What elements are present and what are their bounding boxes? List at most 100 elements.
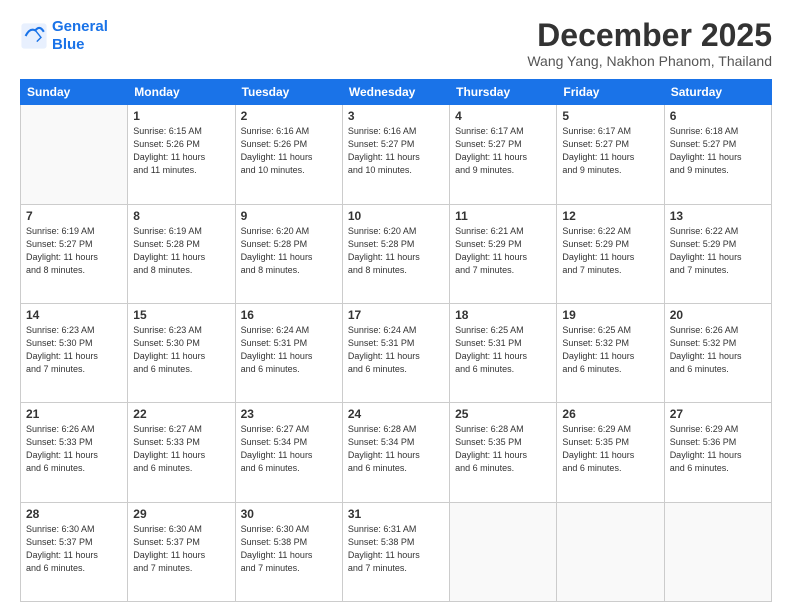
day-number: 19 [562, 308, 658, 322]
subtitle: Wang Yang, Nakhon Phanom, Thailand [527, 53, 772, 69]
week-row-4: 28Sunrise: 6:30 AMSunset: 5:37 PMDayligh… [21, 502, 772, 601]
day-number: 15 [133, 308, 229, 322]
header: General Blue December 2025 Wang Yang, Na… [20, 18, 772, 69]
day-info: Sunrise: 6:26 AMSunset: 5:33 PMDaylight:… [26, 423, 122, 475]
day-number: 11 [455, 209, 551, 223]
day-number: 23 [241, 407, 337, 421]
day-number: 25 [455, 407, 551, 421]
day-info: Sunrise: 6:26 AMSunset: 5:32 PMDaylight:… [670, 324, 766, 376]
col-header-monday: Monday [128, 80, 235, 105]
day-info: Sunrise: 6:17 AMSunset: 5:27 PMDaylight:… [562, 125, 658, 177]
day-cell: 27 Sunrise: 6:29 AMSunset: 5:36 PMDayligh… [664, 403, 771, 502]
day-cell: 14Sunrise: 6:23 AMSunset: 5:30 PMDayligh… [21, 303, 128, 402]
logo-text: General Blue [52, 18, 108, 54]
day-cell: 4 Sunrise: 6:17 AMSunset: 5:27 PMDaylight… [450, 105, 557, 204]
logo-line2: Blue [52, 36, 85, 53]
day-number: 2 [241, 109, 337, 123]
day-cell: 23 Sunrise: 6:27 AMSunset: 5:34 PMDayligh… [235, 403, 342, 502]
day-number: 22 [133, 407, 229, 421]
day-cell: 3 Sunrise: 6:16 AMSunset: 5:27 PMDaylight… [342, 105, 449, 204]
day-cell: 24 Sunrise: 6:28 AMSunset: 5:34 PMDayligh… [342, 403, 449, 502]
day-info: Sunrise: 6:30 AMSunset: 5:38 PMDaylight:… [241, 523, 337, 575]
day-info: Sunrise: 6:24 AMSunset: 5:31 PMDaylight:… [241, 324, 337, 376]
day-info: Sunrise: 6:31 AMSunset: 5:38 PMDaylight:… [348, 523, 444, 575]
day-cell [557, 502, 664, 601]
day-cell: 18 Sunrise: 6:25 AMSunset: 5:31 PMDayligh… [450, 303, 557, 402]
day-number: 9 [241, 209, 337, 223]
day-cell: 2 Sunrise: 6:16 AMSunset: 5:26 PMDaylight… [235, 105, 342, 204]
month-title: December 2025 [527, 18, 772, 53]
col-header-sunday: Sunday [21, 80, 128, 105]
day-info: Sunrise: 6:25 AMSunset: 5:31 PMDaylight:… [455, 324, 551, 376]
col-header-friday: Friday [557, 80, 664, 105]
day-number: 3 [348, 109, 444, 123]
day-cell [664, 502, 771, 601]
day-cell: 1 Sunrise: 6:15 AMSunset: 5:26 PMDaylight… [128, 105, 235, 204]
day-cell [450, 502, 557, 601]
week-row-3: 21 Sunrise: 6:26 AMSunset: 5:33 PMDayligh… [21, 403, 772, 502]
day-number: 20 [670, 308, 766, 322]
logo-line1: General [52, 18, 108, 35]
day-number: 21 [26, 407, 122, 421]
week-row-0: 1 Sunrise: 6:15 AMSunset: 5:26 PMDaylight… [21, 105, 772, 204]
logo-icon [20, 22, 48, 50]
day-info: Sunrise: 6:23 AMSunset: 5:30 PMDaylight:… [133, 324, 229, 376]
day-cell: 7Sunrise: 6:19 AMSunset: 5:27 PMDaylight… [21, 204, 128, 303]
day-info: Sunrise: 6:24 AMSunset: 5:31 PMDaylight:… [348, 324, 444, 376]
day-number: 10 [348, 209, 444, 223]
day-cell: 13 Sunrise: 6:22 AMSunset: 5:29 PMDayligh… [664, 204, 771, 303]
day-info: Sunrise: 6:30 AMSunset: 5:37 PMDaylight:… [26, 523, 122, 575]
day-cell: 12Sunrise: 6:22 AMSunset: 5:29 PMDayligh… [557, 204, 664, 303]
day-number: 8 [133, 209, 229, 223]
day-cell: 29 Sunrise: 6:30 AMSunset: 5:37 PMDayligh… [128, 502, 235, 601]
day-info: Sunrise: 6:21 AMSunset: 5:29 PMDaylight:… [455, 225, 551, 277]
day-info: Sunrise: 6:30 AMSunset: 5:37 PMDaylight:… [133, 523, 229, 575]
day-info: Sunrise: 6:19 AMSunset: 5:28 PMDaylight:… [133, 225, 229, 277]
col-header-saturday: Saturday [664, 80, 771, 105]
day-cell: 31 Sunrise: 6:31 AMSunset: 5:38 PMDayligh… [342, 502, 449, 601]
col-header-thursday: Thursday [450, 80, 557, 105]
week-row-2: 14Sunrise: 6:23 AMSunset: 5:30 PMDayligh… [21, 303, 772, 402]
day-number: 16 [241, 308, 337, 322]
logo: General Blue [20, 18, 108, 54]
day-info: Sunrise: 6:15 AMSunset: 5:26 PMDaylight:… [133, 125, 229, 177]
day-cell: 5Sunrise: 6:17 AMSunset: 5:27 PMDaylight… [557, 105, 664, 204]
day-cell: 20 Sunrise: 6:26 AMSunset: 5:32 PMDayligh… [664, 303, 771, 402]
day-cell: 9 Sunrise: 6:20 AMSunset: 5:28 PMDaylight… [235, 204, 342, 303]
day-info: Sunrise: 6:20 AMSunset: 5:28 PMDaylight:… [241, 225, 337, 277]
day-number: 18 [455, 308, 551, 322]
day-info: Sunrise: 6:16 AMSunset: 5:26 PMDaylight:… [241, 125, 337, 177]
day-info: Sunrise: 6:16 AMSunset: 5:27 PMDaylight:… [348, 125, 444, 177]
week-row-1: 7Sunrise: 6:19 AMSunset: 5:27 PMDaylight… [21, 204, 772, 303]
day-info: Sunrise: 6:28 AMSunset: 5:35 PMDaylight:… [455, 423, 551, 475]
day-number: 31 [348, 507, 444, 521]
day-cell: 26Sunrise: 6:29 AMSunset: 5:35 PMDayligh… [557, 403, 664, 502]
day-cell: 17Sunrise: 6:24 AMSunset: 5:31 PMDayligh… [342, 303, 449, 402]
title-block: December 2025 Wang Yang, Nakhon Phanom, … [527, 18, 772, 69]
day-info: Sunrise: 6:20 AMSunset: 5:28 PMDaylight:… [348, 225, 444, 277]
day-info: Sunrise: 6:27 AMSunset: 5:33 PMDaylight:… [133, 423, 229, 475]
day-info: Sunrise: 6:22 AMSunset: 5:29 PMDaylight:… [670, 225, 766, 277]
header-row: SundayMondayTuesdayWednesdayThursdayFrid… [21, 80, 772, 105]
day-number: 1 [133, 109, 229, 123]
day-info: Sunrise: 6:28 AMSunset: 5:34 PMDaylight:… [348, 423, 444, 475]
day-info: Sunrise: 6:27 AMSunset: 5:34 PMDaylight:… [241, 423, 337, 475]
day-cell: 19 Sunrise: 6:25 AMSunset: 5:32 PMDayligh… [557, 303, 664, 402]
day-number: 24 [348, 407, 444, 421]
day-cell: 16 Sunrise: 6:24 AMSunset: 5:31 PMDayligh… [235, 303, 342, 402]
day-info: Sunrise: 6:29 AMSunset: 5:36 PMDaylight:… [670, 423, 766, 475]
day-cell: 15 Sunrise: 6:23 AMSunset: 5:30 PMDayligh… [128, 303, 235, 402]
day-number: 6 [670, 109, 766, 123]
day-cell: 21 Sunrise: 6:26 AMSunset: 5:33 PMDayligh… [21, 403, 128, 502]
day-cell [21, 105, 128, 204]
day-info: Sunrise: 6:17 AMSunset: 5:27 PMDaylight:… [455, 125, 551, 177]
day-cell: 30Sunrise: 6:30 AMSunset: 5:38 PMDayligh… [235, 502, 342, 601]
day-info: Sunrise: 6:25 AMSunset: 5:32 PMDaylight:… [562, 324, 658, 376]
day-number: 27 [670, 407, 766, 421]
day-number: 29 [133, 507, 229, 521]
day-number: 26 [562, 407, 658, 421]
day-number: 4 [455, 109, 551, 123]
col-header-tuesday: Tuesday [235, 80, 342, 105]
day-number: 7 [26, 209, 122, 223]
day-number: 13 [670, 209, 766, 223]
